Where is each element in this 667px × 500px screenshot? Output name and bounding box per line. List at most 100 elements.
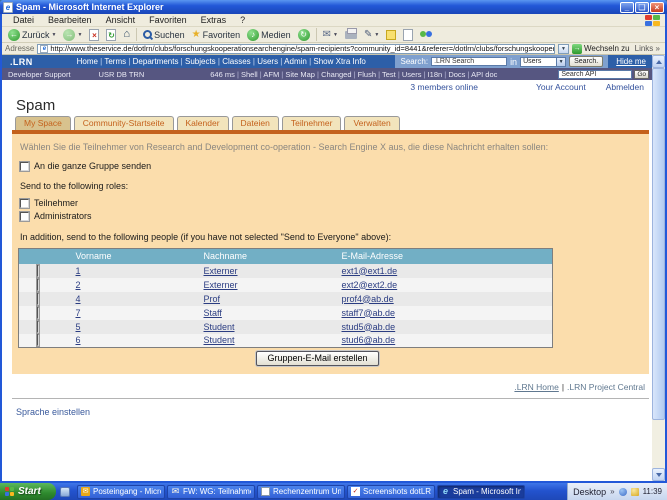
start-button[interactable]: Start — [0, 483, 56, 500]
home-button[interactable]: ⌂ — [120, 27, 133, 42]
dev-apidoc-link[interactable]: API doc — [471, 70, 497, 79]
role-teilnehmer-checkbox[interactable] — [20, 199, 29, 208]
search-scope-select[interactable]: Users ▼ — [520, 57, 566, 67]
dev-changed-link[interactable]: Changed — [321, 70, 358, 79]
media-button[interactable]: ♪ Medien — [244, 27, 294, 42]
logout-link[interactable]: Abmelden — [606, 82, 644, 92]
favorites-button[interactable]: ★ Favoriten — [189, 27, 244, 42]
vorname-link[interactable]: 2 — [76, 280, 81, 290]
nav-home[interactable]: Home — [77, 57, 105, 66]
row-checkbox[interactable] — [37, 321, 39, 333]
dev-test-link[interactable]: Test — [382, 70, 402, 79]
api-search-go-button[interactable]: Go — [634, 70, 649, 79]
tab-kalender[interactable]: Kalender — [177, 116, 229, 130]
quick-launch-icon[interactable] — [60, 487, 70, 497]
toolbar-chevron-icon[interactable]: » — [610, 487, 614, 496]
row-checkbox[interactable] — [37, 293, 39, 305]
search-button[interactable]: Suchen — [140, 27, 188, 42]
notes-button[interactable] — [383, 27, 399, 42]
maximize-button[interactable]: ❏ — [635, 2, 649, 13]
minimize-button[interactable]: _ — [620, 2, 634, 13]
back-dropdown-icon[interactable]: ▼ — [52, 32, 57, 38]
row-checkbox[interactable] — [37, 307, 39, 319]
taskbar-task-rechenzentrum[interactable]: Rechenzentrum Uni K... — [257, 485, 345, 499]
stop-button[interactable]: × — [86, 27, 102, 42]
go-button[interactable]: → Wechseln zu — [572, 44, 630, 54]
create-group-email-button[interactable]: Gruppen-E-Mail erstellen — [256, 351, 378, 366]
back-button[interactable]: ← Zurück ▼ — [5, 27, 59, 42]
window-titlebar[interactable]: e Spam - Microsoft Internet Explorer _ ❏… — [0, 0, 667, 14]
nav-admin[interactable]: Admin — [284, 57, 313, 66]
nav-subjects[interactable]: Subjects — [185, 57, 222, 66]
role-administrators-checkbox[interactable] — [20, 212, 29, 221]
menu-favoriten[interactable]: Favoriten — [142, 15, 194, 25]
email-link[interactable]: ext2@ext2.de — [342, 280, 398, 290]
scroll-down-button[interactable] — [652, 468, 665, 481]
mail-button[interactable]: ✉▼ — [320, 27, 341, 42]
email-link[interactable]: staff7@ab.de — [342, 308, 396, 318]
vertical-scrollbar[interactable] — [652, 55, 665, 481]
desktop-toolbar-label[interactable]: Desktop — [573, 487, 606, 497]
print-button[interactable] — [342, 27, 360, 42]
row-checkbox[interactable] — [37, 334, 39, 346]
forward-button[interactable]: → ▼ — [60, 27, 85, 42]
vorname-link[interactable]: 5 — [76, 322, 81, 332]
tab-my-space[interactable]: My Space — [15, 116, 71, 130]
vorname-link[interactable]: 4 — [76, 294, 81, 304]
nav-departments[interactable]: Departments — [133, 57, 185, 66]
forward-dropdown-icon[interactable]: ▼ — [77, 32, 82, 38]
dev-afm-link[interactable]: AFM — [263, 70, 285, 79]
scrollbar-track[interactable] — [652, 420, 665, 468]
menu-ansicht[interactable]: Ansicht — [99, 15, 143, 25]
nachname-link[interactable]: Prof — [204, 294, 221, 304]
edit-button[interactable]: ✎▼ — [361, 27, 382, 42]
nachname-link[interactable]: Externer — [204, 266, 238, 276]
close-button[interactable]: × — [650, 2, 664, 13]
lrn-search-input[interactable] — [431, 57, 507, 66]
nav-classes[interactable]: Classes — [222, 57, 257, 66]
mail-dropdown-icon[interactable]: ▼ — [333, 32, 338, 38]
email-link[interactable]: stud6@ab.de — [342, 335, 396, 345]
email-link[interactable]: prof4@ab.de — [342, 294, 394, 304]
edit-dropdown-icon[interactable]: ▼ — [374, 32, 379, 38]
members-online-link[interactable]: 3 members online — [410, 82, 478, 92]
refresh-button[interactable]: ↻ — [103, 27, 119, 42]
tab-community-startseite[interactable]: Community-Startseite — [74, 116, 174, 130]
scroll-up-button[interactable] — [652, 55, 665, 68]
dev-sitemap-link[interactable]: Site Map — [285, 70, 321, 79]
links-toolbar[interactable]: Links » — [635, 44, 660, 53]
tab-verwalten[interactable]: Verwalten — [344, 116, 399, 130]
dev-shell-link[interactable]: Shell — [241, 70, 263, 79]
menu-extras[interactable]: Extras — [194, 15, 234, 25]
taskbar-task-mail-message[interactable]: ✉ FW: WG: Teilnahme v... — [167, 485, 255, 499]
scrollbar-thumb[interactable] — [652, 68, 665, 420]
nachname-link[interactable]: Student — [204, 335, 235, 345]
your-account-link[interactable]: Your Account — [536, 82, 586, 92]
tab-dateien[interactable]: Dateien — [232, 116, 279, 130]
tray-status-icon[interactable] — [619, 488, 627, 496]
dev-docs-link[interactable]: Docs — [448, 70, 471, 79]
vorname-link[interactable]: 1 — [76, 266, 81, 276]
email-link[interactable]: stud5@ab.de — [342, 322, 396, 332]
set-language-link[interactable]: Sprache einstellen — [16, 407, 90, 417]
tab-teilnehmer[interactable]: Teilnehmer — [282, 116, 342, 130]
vorname-link[interactable]: 6 — [76, 335, 81, 345]
dev-flush-link[interactable]: Flush — [358, 70, 382, 79]
dev-i18n-link[interactable]: I18n — [428, 70, 449, 79]
header-search-button[interactable]: Search. — [569, 56, 603, 67]
menu-datei[interactable]: Datei — [6, 15, 41, 25]
nachname-link[interactable]: Externer — [204, 280, 238, 290]
chevron-down-icon[interactable]: ▼ — [556, 58, 565, 66]
nachname-link[interactable]: Staff — [204, 308, 222, 318]
nav-users[interactable]: Users — [257, 57, 284, 66]
dev-users-link[interactable]: Users — [402, 70, 428, 79]
lrn-home-link[interactable]: .LRN Home — [514, 382, 558, 392]
taskbar-task-posteingang[interactable]: ✉ Posteingang - Micros... — [77, 485, 165, 499]
send-to-all-checkbox[interactable] — [20, 162, 29, 171]
menu-hilfe[interactable]: ? — [233, 15, 252, 25]
row-checkbox[interactable] — [37, 279, 39, 291]
history-button[interactable]: ↻ — [295, 27, 313, 42]
nav-show-xtra-info[interactable]: Show Xtra Info — [313, 57, 365, 66]
lrn-logo[interactable]: .LRN — [10, 57, 33, 67]
vorname-link[interactable]: 7 — [76, 308, 81, 318]
